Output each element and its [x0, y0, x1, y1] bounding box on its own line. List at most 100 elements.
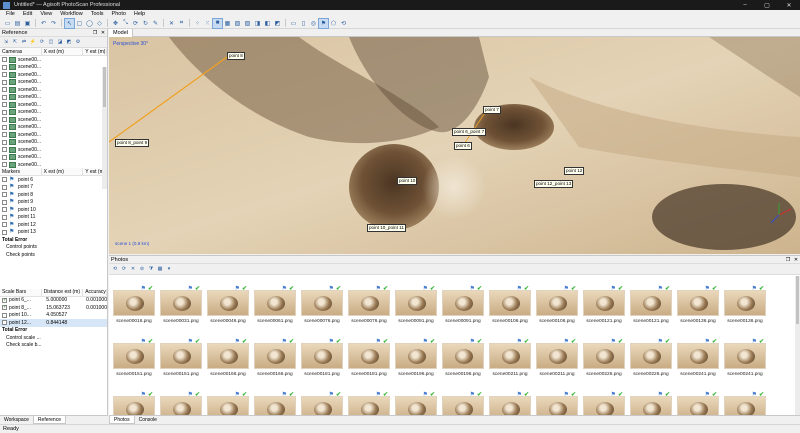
export-icon[interactable]: ⇱ — [11, 38, 19, 46]
camera-checkbox[interactable] — [2, 57, 7, 63]
camera-checkbox[interactable] — [2, 94, 7, 100]
photo-thumbnail[interactable]: ⚑ ✔ — [301, 339, 343, 369]
photo-thumbnail[interactable]: ⚑ ✔ — [207, 286, 249, 316]
marker-label[interactable]: point 10_point 11 — [367, 224, 406, 232]
photo-thumbnail[interactable]: ⚑ ✔ — [348, 286, 390, 316]
photo-thumbnail[interactable]: ⚑ ✔ — [724, 339, 766, 369]
show-markers-icon[interactable]: ⚑ — [318, 17, 329, 29]
menu-tools[interactable]: Tools — [91, 11, 104, 17]
camera-checkbox[interactable] — [2, 132, 7, 138]
camera-checkbox[interactable] — [2, 124, 7, 130]
camera-row[interactable]: scene00... — [0, 86, 107, 94]
menu-file[interactable]: File — [6, 11, 15, 17]
settings-icon[interactable]: ⚙ — [74, 38, 82, 46]
scalebar-checkbox[interactable] — [2, 320, 7, 326]
marker-checkbox[interactable] — [2, 184, 7, 190]
camera-checkbox[interactable] — [2, 87, 7, 93]
marker-row[interactable]: ⚑ point 8 — [0, 191, 107, 199]
photo-thumbnail[interactable]: ⚑ ✔ — [536, 392, 578, 416]
redo-icon[interactable]: ↷ — [49, 19, 58, 28]
camera-row[interactable]: scene00... — [0, 116, 107, 124]
photo-thumbnail[interactable]: ⚑ ✔ — [395, 286, 437, 316]
photo-thumbnail[interactable]: ⚑ ✔ — [630, 392, 672, 416]
photo-thumbnail[interactable]: ⚑ ✔ — [583, 339, 625, 369]
solid-icon[interactable]: ▦ — [223, 19, 232, 28]
photo-thumbnail[interactable]: ⚑ ✔ — [677, 392, 719, 416]
marker-checkbox[interactable] — [2, 192, 7, 198]
marker-checkbox[interactable] — [2, 214, 7, 220]
view-estimated-icon[interactable]: ◪ — [56, 38, 64, 46]
textured-icon[interactable]: ▨ — [243, 19, 252, 28]
scalebar-row[interactable]: point 8_... 15.063723 0.001000 — [0, 304, 107, 312]
float-panel-icon[interactable]: ❐ — [91, 30, 99, 36]
delete-selection-icon[interactable]: ✕ — [167, 19, 176, 28]
photo-thumbnail[interactable]: ⚑ ✔ — [160, 339, 202, 369]
photo-thumbnail[interactable]: ⚑ ✔ — [536, 286, 578, 316]
scalebar-row[interactable]: point 12... 0.844148 — [0, 319, 107, 327]
close-button[interactable]: ✕ — [778, 2, 800, 9]
photo-thumbnail[interactable]: ⚑ ✔ — [160, 392, 202, 416]
show-trackball-icon[interactable]: ◎ — [309, 19, 318, 28]
reset-filter-icon[interactable]: ⊘ — [138, 265, 146, 273]
marker-row[interactable]: ⚑ point 13 — [0, 229, 107, 237]
marker-row[interactable]: ⚑ point 7 — [0, 184, 107, 192]
model-viewport[interactable]: Perspective 30° point 8 point 7 point 6_… — [109, 37, 800, 254]
thumbnails-icon[interactable]: ▦ — [156, 265, 164, 273]
scalebar-checkbox[interactable] — [2, 304, 7, 311]
remove-icon[interactable]: ✕ — [129, 265, 137, 273]
photo-thumbnail[interactable]: ⚑ ✔ — [254, 392, 296, 416]
rectangle-select-icon[interactable]: ▢ — [75, 19, 84, 28]
marker-row[interactable]: ⚑ point 12 — [0, 221, 107, 229]
camera-checkbox[interactable] — [2, 64, 7, 70]
camera-row[interactable]: scene00... — [0, 109, 107, 117]
photo-thumbnail[interactable]: ⚑ ✔ — [395, 339, 437, 369]
close-panel-icon[interactable]: ✕ — [792, 257, 800, 263]
show-shapes-icon[interactable]: ⬠ — [329, 19, 338, 28]
rotate-region-icon[interactable]: ⟳ — [131, 19, 140, 28]
photo-thumbnail[interactable]: ⚑ ✔ — [348, 339, 390, 369]
camera-checkbox[interactable] — [2, 79, 7, 85]
photo-thumbnail[interactable]: ⚑ ✔ — [113, 339, 155, 369]
new-icon[interactable]: ▭ — [3, 19, 12, 28]
photo-thumbnail[interactable]: ⚑ ✔ — [489, 392, 531, 416]
marker-label[interactable]: point 12 — [564, 167, 585, 175]
circle-select-icon[interactable]: ◯ — [85, 19, 94, 28]
photo-thumbnail[interactable]: ⚑ ✔ — [630, 286, 672, 316]
tab-workspace[interactable]: Workspace — [0, 416, 33, 424]
tab-reference[interactable]: Reference — [32, 416, 66, 424]
marker-row[interactable]: ⚑ point 11 — [0, 214, 107, 222]
photo-thumbnail[interactable]: ⚑ ✔ — [395, 392, 437, 416]
reset-view-icon[interactable]: ⟲ — [339, 19, 348, 28]
camera-row[interactable]: scene00... — [0, 94, 107, 102]
tab-model[interactable]: Model — [109, 29, 133, 37]
marker-row[interactable]: ⚑ point 6 — [0, 176, 107, 184]
marker-label[interactable]: point 12_point 13 — [534, 180, 574, 188]
photo-thumbnail[interactable]: ⚑ ✔ — [348, 392, 390, 416]
photo-thumbnail[interactable]: ⚑ ✔ — [724, 286, 766, 316]
camera-checkbox[interactable] — [2, 109, 7, 115]
photo-thumbnail[interactable]: ⚑ ✔ — [207, 339, 249, 369]
rotate-right-icon[interactable]: ⟳ — [120, 265, 128, 273]
camera-checkbox[interactable] — [2, 102, 7, 108]
camera-row[interactable]: scene00... — [0, 154, 107, 162]
scalebar-row[interactable]: point 10... 4.050527 — [0, 312, 107, 320]
camera-row[interactable]: scene00... — [0, 146, 107, 154]
marker-label[interactable]: point 10 — [397, 177, 418, 185]
marker-checkbox[interactable] — [2, 207, 7, 213]
rotate-left-icon[interactable]: ⟲ — [111, 265, 119, 273]
photo-thumbnail[interactable]: ⚑ ✔ — [724, 392, 766, 416]
update-icon[interactable]: ⟳ — [38, 38, 46, 46]
camera-checkbox[interactable] — [2, 154, 7, 160]
move-region-icon[interactable]: ✥ — [111, 19, 120, 28]
show-region-icon[interactable]: ▯ — [299, 19, 308, 28]
float-panel-icon[interactable]: ❐ — [784, 257, 792, 263]
camera-checkbox[interactable] — [2, 117, 7, 123]
photo-thumbnail[interactable]: ⚑ ✔ — [583, 286, 625, 316]
photo-thumbnail[interactable]: ⚑ ✔ — [442, 339, 484, 369]
marker-label[interactable]: point 6 — [454, 142, 472, 150]
photo-thumbnail[interactable]: ⚑ ✔ — [442, 286, 484, 316]
camera-row[interactable]: scene00... — [0, 71, 107, 79]
photo-thumbnail[interactable]: ⚑ ✔ — [254, 339, 296, 369]
tab-photos[interactable]: Photos — [109, 416, 135, 424]
camera-checkbox[interactable] — [2, 147, 7, 153]
